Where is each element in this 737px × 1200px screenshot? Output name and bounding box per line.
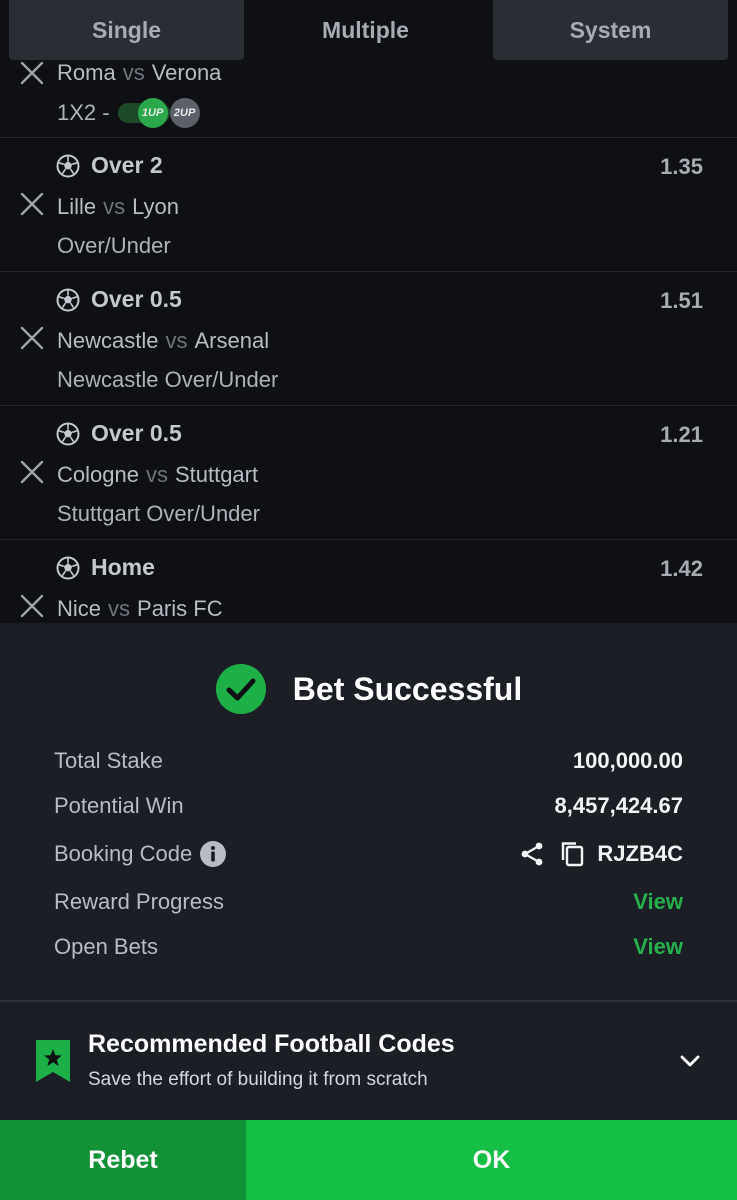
- check-circle-icon: [215, 664, 266, 714]
- booking-code-label: Booking Code: [54, 841, 193, 866]
- close-icon[interactable]: [19, 593, 45, 619]
- close-icon[interactable]: [19, 459, 45, 485]
- success-title: Bet Successful: [292, 670, 523, 707]
- copy-icon[interactable]: [559, 841, 585, 867]
- market-name: Newcastle Over/Under: [57, 367, 279, 392]
- open-bets-row: Open Bets View: [54, 930, 683, 964]
- bet-success-panel: Bet Successful Total Stake 100,000.00 Po…: [0, 623, 737, 1000]
- soccer-ball-icon: [56, 288, 80, 311]
- tab-single[interactable]: Single: [9, 0, 244, 60]
- soccer-ball-icon: [56, 556, 80, 579]
- share-icon[interactable]: [519, 841, 545, 867]
- close-icon[interactable]: [19, 191, 45, 217]
- bookmark-star-icon: [36, 1040, 70, 1082]
- open-bets-label: Open Bets: [54, 934, 158, 959]
- bet-item: Over 0.5 1.51 Newcastle vs Arsenal Newcast…: [0, 272, 737, 406]
- close-icon[interactable]: [19, 60, 45, 86]
- ok-button[interactable]: OK: [246, 1120, 737, 1200]
- recommended-codes-banner[interactable]: Recommended Football Codes Save the effo…: [0, 1000, 737, 1120]
- betslip-screen: Single Multiple System Roma vs Verona 1X2 …: [0, 0, 737, 1200]
- soccer-ball-icon: [56, 154, 80, 177]
- boost-badges: 1UP 2UP: [117, 98, 200, 128]
- total-stake-label: Total Stake: [54, 748, 163, 773]
- info-icon[interactable]: [199, 840, 227, 868]
- match-name: Newcastle vs Arsenal: [57, 328, 270, 353]
- 2up-badge: 2UP: [169, 98, 200, 128]
- open-bets-view-link[interactable]: View: [633, 934, 683, 960]
- 1up-badge: 1UP: [137, 98, 168, 128]
- bet-item: Home 1.42 Nice vs Paris FC: [0, 540, 737, 623]
- pick-label: Over 0.5: [91, 286, 182, 312]
- reward-progress-row: Reward Progress View: [54, 885, 683, 919]
- pick-row: Over 0.5: [56, 420, 182, 447]
- potential-win-row: Potential Win 8,457,424.67: [54, 789, 683, 823]
- total-stake-row: Total Stake 100,000.00: [54, 744, 683, 778]
- odds-value: 1.35: [660, 154, 703, 179]
- match-name: Nice vs Paris FC: [57, 596, 223, 621]
- match-name: Roma vs Verona: [57, 60, 222, 85]
- match-name: Cologne vs Stuttgart: [57, 462, 259, 487]
- chevron-down-icon[interactable]: [677, 1048, 703, 1074]
- pick-label: Home: [91, 554, 155, 580]
- rebet-button[interactable]: Rebet: [0, 1120, 246, 1200]
- bet-item: Over 0.5 1.21 Cologne vs Stuttgart Stuttga…: [0, 406, 737, 540]
- recommended-subtitle: Save the effort of building it from scra…: [88, 1069, 428, 1090]
- tab-multiple[interactable]: Multiple: [250, 0, 481, 60]
- reward-progress-view-link[interactable]: View: [633, 889, 683, 915]
- odds-value: 1.51: [660, 288, 703, 313]
- potential-win-label: Potential Win: [54, 793, 184, 818]
- reward-progress-label: Reward Progress: [54, 889, 224, 914]
- pick-row: Over 2: [56, 152, 163, 179]
- betslip-tabs: Single Multiple System: [0, 0, 737, 60]
- pick-label: Over 2: [91, 152, 163, 178]
- booking-code-row: Booking Code RJZB4C: [54, 837, 683, 871]
- total-stake-value: 100,000.00: [572, 748, 683, 773]
- booking-code-label-wrap: Booking Code: [54, 840, 227, 868]
- bet-item: Roma vs Verona 1X2 - 1UP 2UP: [0, 60, 737, 138]
- market-name: Stuttgart Over/Under: [57, 501, 260, 526]
- pick-row: Over 0.5: [56, 286, 182, 313]
- market-name: 1X2 - 1UP 2UP: [57, 98, 200, 128]
- success-header: Bet Successful: [0, 663, 737, 715]
- odds-value: 1.42: [660, 556, 703, 581]
- pick-row: Home: [56, 554, 155, 581]
- potential-win-value: 8,457,424.67: [554, 793, 683, 818]
- match-name: Lille vs Lyon: [57, 194, 180, 219]
- tab-system[interactable]: System: [493, 0, 728, 60]
- booking-code-value[interactable]: RJZB4C: [597, 841, 683, 867]
- close-icon[interactable]: [19, 325, 45, 351]
- bet-list: RomavsVerona 1X2 - 1UP 2UP Over 2 1.35: [0, 60, 737, 623]
- recommended-title: Recommended Football Codes: [88, 1030, 455, 1058]
- bet-item: Over 2 1.35 Lille vs Lyon Over/Under: [0, 138, 737, 272]
- soccer-ball-icon: [56, 422, 80, 445]
- pick-label: Over 0.5: [91, 420, 182, 446]
- market-name: Over/Under: [57, 233, 171, 258]
- odds-value: 1.21: [660, 422, 703, 447]
- booking-code-value-wrap: RJZB4C: [519, 841, 683, 867]
